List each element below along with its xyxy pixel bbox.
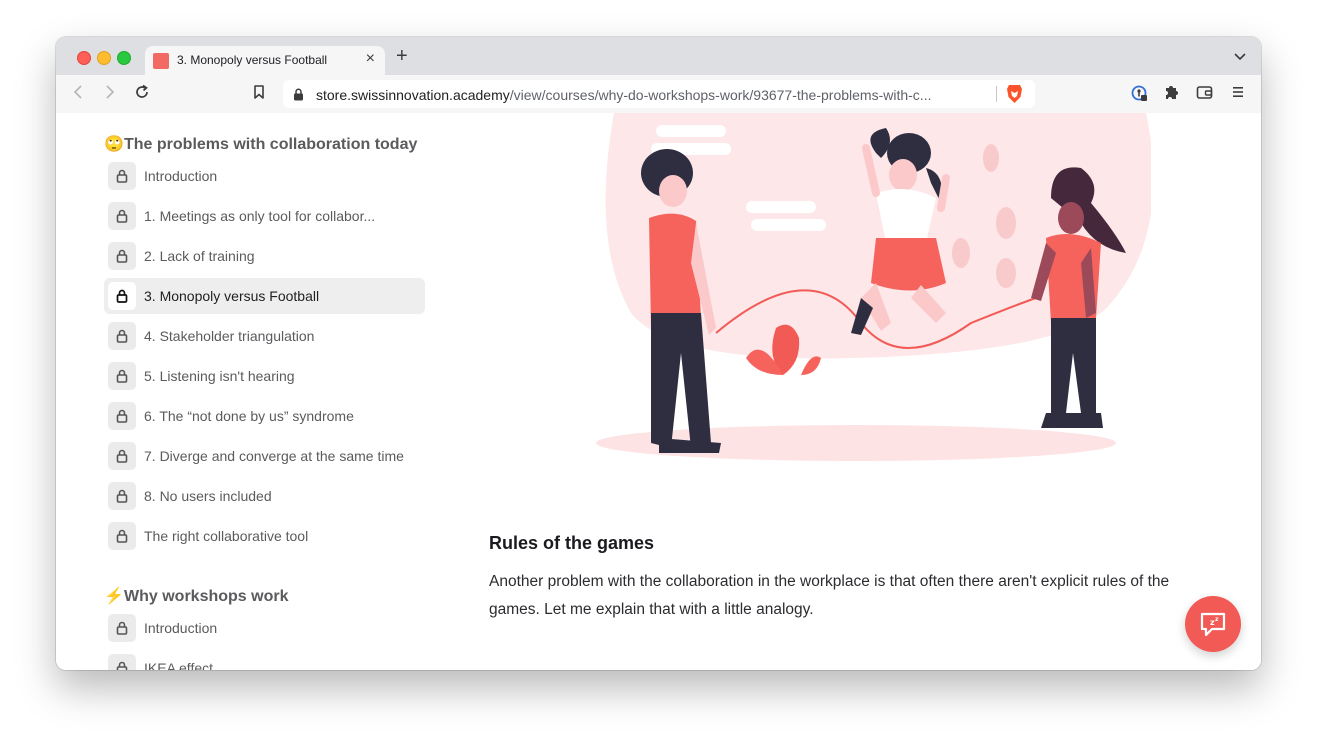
lesson-lock-icon [108, 202, 136, 230]
tab-list-chevron-down-icon[interactable] [1233, 49, 1247, 63]
section-title-text: The problems with collaboration today [124, 136, 418, 153]
lesson-lock-icon [108, 322, 136, 350]
lesson-item[interactable]: Introduction [104, 610, 425, 646]
zoom-window-button[interactable] [117, 51, 131, 65]
lesson-label: 6. The “not done by us” syndrome [144, 408, 354, 424]
lesson-lock-icon [108, 162, 136, 190]
lesson-label: 8. No users included [144, 488, 272, 504]
course-sidebar: 🙄The problems with collaboration today I… [104, 113, 434, 670]
lesson-lock-icon [108, 362, 136, 390]
menu-icon[interactable] [1232, 84, 1244, 100]
tab-title: 3. Monopoly versus Football [177, 53, 328, 67]
chat-icon: z z [1200, 612, 1226, 637]
section-emoji: 🙄 [104, 136, 124, 153]
lesson-lock-icon [108, 242, 136, 270]
reload-icon[interactable] [134, 84, 150, 100]
new-tab-icon[interactable]: + [396, 46, 408, 66]
extensions-puzzle-icon[interactable] [1163, 84, 1180, 101]
lesson-item[interactable]: 5. Listening isn't hearing [104, 358, 425, 394]
svg-text:z: z [1215, 616, 1219, 623]
lesson-label: 3. Monopoly versus Football [144, 288, 320, 304]
tab-close-icon[interactable]: × [366, 50, 375, 68]
lesson-paragraph: Another problem with the collaboration i… [489, 573, 1170, 618]
lesson-lock-icon [108, 482, 136, 510]
url-path: /view/courses/why-do-workshops-work/9367… [509, 87, 932, 103]
browser-tab-active[interactable]: 3. Monopoly versus Football × [145, 46, 385, 75]
browser-toolbar: store.swissinnovation.academy/view/cours… [56, 75, 1261, 114]
minimize-window-button[interactable] [97, 51, 111, 65]
address-bar[interactable]: store.swissinnovation.academy/view/cours… [283, 80, 1035, 108]
lesson-lock-icon [108, 402, 136, 430]
section-title: 🙄The problems with collaboration today [104, 134, 417, 154]
lesson-lock-icon [108, 522, 136, 550]
url-host: store.swissinnovation.academy [316, 87, 510, 103]
lesson-label: Introduction [144, 168, 218, 184]
section-title: ⚡Why workshops work [104, 586, 288, 606]
wallet-icon[interactable] [1196, 84, 1213, 100]
url-text[interactable]: store.swissinnovation.academy/view/cours… [316, 87, 931, 103]
lesson-item-active[interactable]: 3. Monopoly versus Football [104, 278, 425, 314]
lesson-item[interactable]: 1. Meetings as only tool for collabor... [104, 198, 425, 234]
forward-icon[interactable] [102, 84, 118, 100]
lesson-label: 5. Listening isn't hearing [144, 368, 295, 384]
omnibox-divider [996, 86, 997, 102]
lesson-label: IKEA effect [144, 660, 214, 670]
brave-lion-icon[interactable] [1006, 84, 1023, 104]
lesson-heading: Rules of the games [489, 533, 655, 553]
browser-window: 3. Monopoly versus Football × + store.sw… [56, 37, 1261, 670]
section-title-text: Why workshops work [124, 588, 289, 605]
site-favicon [153, 53, 169, 69]
lesson-lock-icon [108, 282, 136, 310]
page-content: 🙄The problems with collaboration today I… [56, 113, 1261, 670]
lesson-item[interactable]: 4. Stakeholder triangulation [104, 318, 425, 354]
lesson-item[interactable]: 6. The “not done by us” syndrome [104, 398, 425, 434]
lesson-label: 7. Diverge and converge at the same time [144, 448, 404, 464]
password-key-icon[interactable] [1131, 85, 1148, 102]
lesson-lock-icon [108, 654, 136, 670]
lesson-label: Introduction [144, 620, 218, 636]
lesson-lock-icon [108, 442, 136, 470]
lesson-item[interactable]: Introduction [104, 158, 425, 194]
lesson-label: 2. Lack of training [144, 248, 255, 264]
lesson-main: Rules of the games Another problem with … [489, 113, 1219, 670]
back-icon[interactable] [70, 84, 86, 100]
bookmark-icon[interactable] [252, 84, 266, 100]
lesson-item[interactable]: 7. Diverge and converge at the same time [104, 438, 425, 474]
lesson-label: The right collaborative tool [144, 528, 309, 544]
lock-icon[interactable] [293, 88, 304, 101]
lesson-label: 4. Stakeholder triangulation [144, 328, 315, 344]
lesson-item[interactable]: 8. No users included [104, 478, 425, 514]
lesson-lock-icon [108, 614, 136, 642]
tab-bar: 3. Monopoly versus Football × + [56, 37, 1261, 75]
section-emoji: ⚡ [104, 588, 124, 605]
lesson-item[interactable]: IKEA effect [104, 650, 425, 670]
lesson-label: 1. Meetings as only tool for collabor... [144, 208, 376, 224]
lesson-item[interactable]: The right collaborative tool [104, 518, 425, 554]
lesson-item[interactable]: 2. Lack of training [104, 238, 425, 274]
jump-rope-illustration [596, 113, 1151, 461]
chat-button[interactable]: z z [1185, 596, 1241, 652]
close-window-button[interactable] [77, 51, 91, 65]
